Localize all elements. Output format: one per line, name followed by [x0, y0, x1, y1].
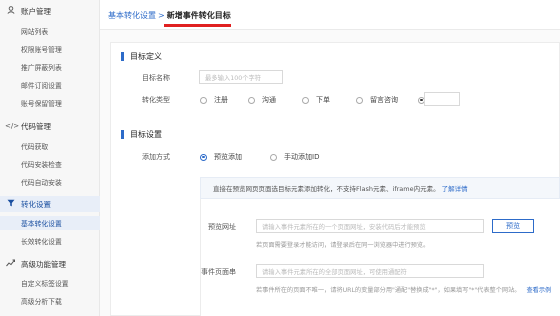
radio-dot: [356, 96, 363, 104]
radio-label: 沟通: [262, 96, 276, 104]
sidebar-section-code[interactable]: </> 代码管理: [0, 118, 100, 134]
sidebar-item-code-check[interactable]: 代码安装检查: [0, 157, 100, 171]
tip-text: 直接在预览网页页面选目标元素添加转化，不支持Flash元素、iframe内元素。: [213, 185, 440, 193]
sidebar-item-custom-tags[interactable]: 自定义标签设置: [0, 276, 100, 290]
breadcrumb-parent-link[interactable]: 基本转化设置: [108, 11, 156, 20]
event-page-hint: 若事件所在的页面不唯一，请将URL的变量部分用"通配"替换成"*"，如果填写"*…: [256, 285, 551, 294]
event-page-label: 事件页面串: [201, 268, 236, 276]
trend-icon: [5, 259, 16, 269]
section-title-text: 目标定义: [130, 52, 162, 61]
sidebar-section-conversion[interactable]: 转化设置: [0, 196, 100, 212]
sidebar-section-label: 高级功能管理: [21, 259, 66, 269]
add-method-label: 添加方式: [142, 153, 170, 161]
sidebar-item-permissions[interactable]: 权限账号管理: [0, 42, 100, 56]
radio-dot: [302, 96, 309, 104]
radio-label: 下单: [316, 96, 330, 104]
sidebar-section-label: 代码管理: [21, 121, 51, 131]
type-radio-message[interactable]: 留言咨询: [356, 95, 408, 105]
section-title-text: 目标设置: [130, 130, 162, 139]
view-example-link[interactable]: 查看示例: [526, 287, 551, 294]
preview-tip-box: 直接在预览网页页面选目标元素添加转化，不支持Flash元素、iframe内元素。…: [200, 177, 560, 199]
section-marker: [121, 52, 124, 61]
sidebar-item-advanced-download[interactable]: 高级分析下载: [0, 294, 100, 308]
goal-name-label: 目标名称: [142, 74, 170, 82]
radio-dot: [248, 96, 255, 104]
breadcrumb-separator: >: [158, 11, 165, 20]
event-page-hint-text: 若事件所在的页面不唯一，请将URL的变量部分用"通配"替换成"*"，如果填写"*…: [256, 287, 521, 294]
goal-settings-title: 目标设置: [121, 129, 162, 140]
breadcrumb-highlight: [164, 24, 231, 27]
sidebar-item-long-conversion[interactable]: 长效转化设置: [0, 234, 100, 248]
sidebar-item-mail-subscription[interactable]: 邮件订阅设置: [0, 78, 100, 92]
sidebar-item-code-get[interactable]: 代码获取: [0, 139, 100, 153]
preview-url-label: 预览网址: [208, 223, 236, 231]
radio-dot: [270, 153, 277, 161]
sidebar-item-code-auto-install[interactable]: 代码自动安装: [0, 175, 100, 189]
event-page-input[interactable]: 请输入事件元素所在的全部页面网址，可使用通配符: [256, 264, 484, 278]
sidebar-item-block-list[interactable]: 推广屏蔽列表: [0, 60, 100, 74]
type-radio-register[interactable]: 注册: [200, 95, 238, 105]
sidebar-item-account-retention[interactable]: 账号保留管理: [0, 96, 100, 110]
radio-label: 手动添加ID: [284, 153, 320, 161]
method-radio-manual-id[interactable]: 手动添加ID: [270, 152, 319, 162]
funnel-icon: [5, 199, 16, 209]
preview-panel: [200, 199, 560, 316]
preview-hint: 若页面需要登录才能访问，请登录后在同一浏览器中进行预览。: [256, 242, 430, 249]
user-icon: [5, 6, 16, 16]
section-marker: [121, 130, 124, 139]
radio-label: 预览添加: [214, 153, 242, 161]
sidebar-section-label: 转化设置: [21, 199, 51, 209]
goal-definition-title: 目标定义: [121, 51, 162, 62]
breadcrumb-current: 新增事件转化目标: [166, 11, 231, 20]
learn-more-link[interactable]: 了解详情: [442, 183, 468, 193]
goal-name-input[interactable]: 最多输入100个字符: [199, 70, 283, 84]
breadcrumb: 基本转化设置 > 新增事件转化目标: [108, 10, 231, 21]
type-radio-order[interactable]: 下单: [302, 95, 346, 105]
sidebar-item-basic-conversion[interactable]: 基本转化设置: [0, 216, 100, 230]
code-icon: </>: [5, 122, 20, 130]
sidebar-item-site-list[interactable]: 网站列表: [0, 24, 100, 38]
type-radio-communicate[interactable]: 沟通: [248, 95, 292, 105]
radio-dot: [200, 96, 207, 104]
sidebar-section-advanced[interactable]: 高级功能管理: [0, 256, 100, 272]
method-radio-preview[interactable]: 预览添加: [200, 152, 260, 162]
preview-button[interactable]: 预览: [492, 219, 534, 233]
conversion-type-label: 转化类型: [142, 96, 170, 104]
sidebar: 账户管理 网站列表 权限账号管理 推广屏蔽列表 邮件订阅设置 账号保留管理 </…: [0, 0, 100, 316]
conversion-type-group: 注册 沟通 下单 留言咨询 其他: [200, 95, 456, 105]
radio-dot: [200, 153, 207, 161]
radio-label: 留言咨询: [370, 96, 398, 104]
add-method-group: 预览添加 手动添加ID: [200, 152, 329, 162]
radio-label: 注册: [214, 96, 228, 104]
sidebar-section-account[interactable]: 账户管理: [0, 3, 100, 19]
other-type-input[interactable]: [424, 92, 460, 106]
preview-url-input[interactable]: 请输入事件元素所在的一个页面网址，安装代码后才能预览: [256, 219, 484, 233]
sidebar-section-label: 账户管理: [21, 6, 51, 16]
